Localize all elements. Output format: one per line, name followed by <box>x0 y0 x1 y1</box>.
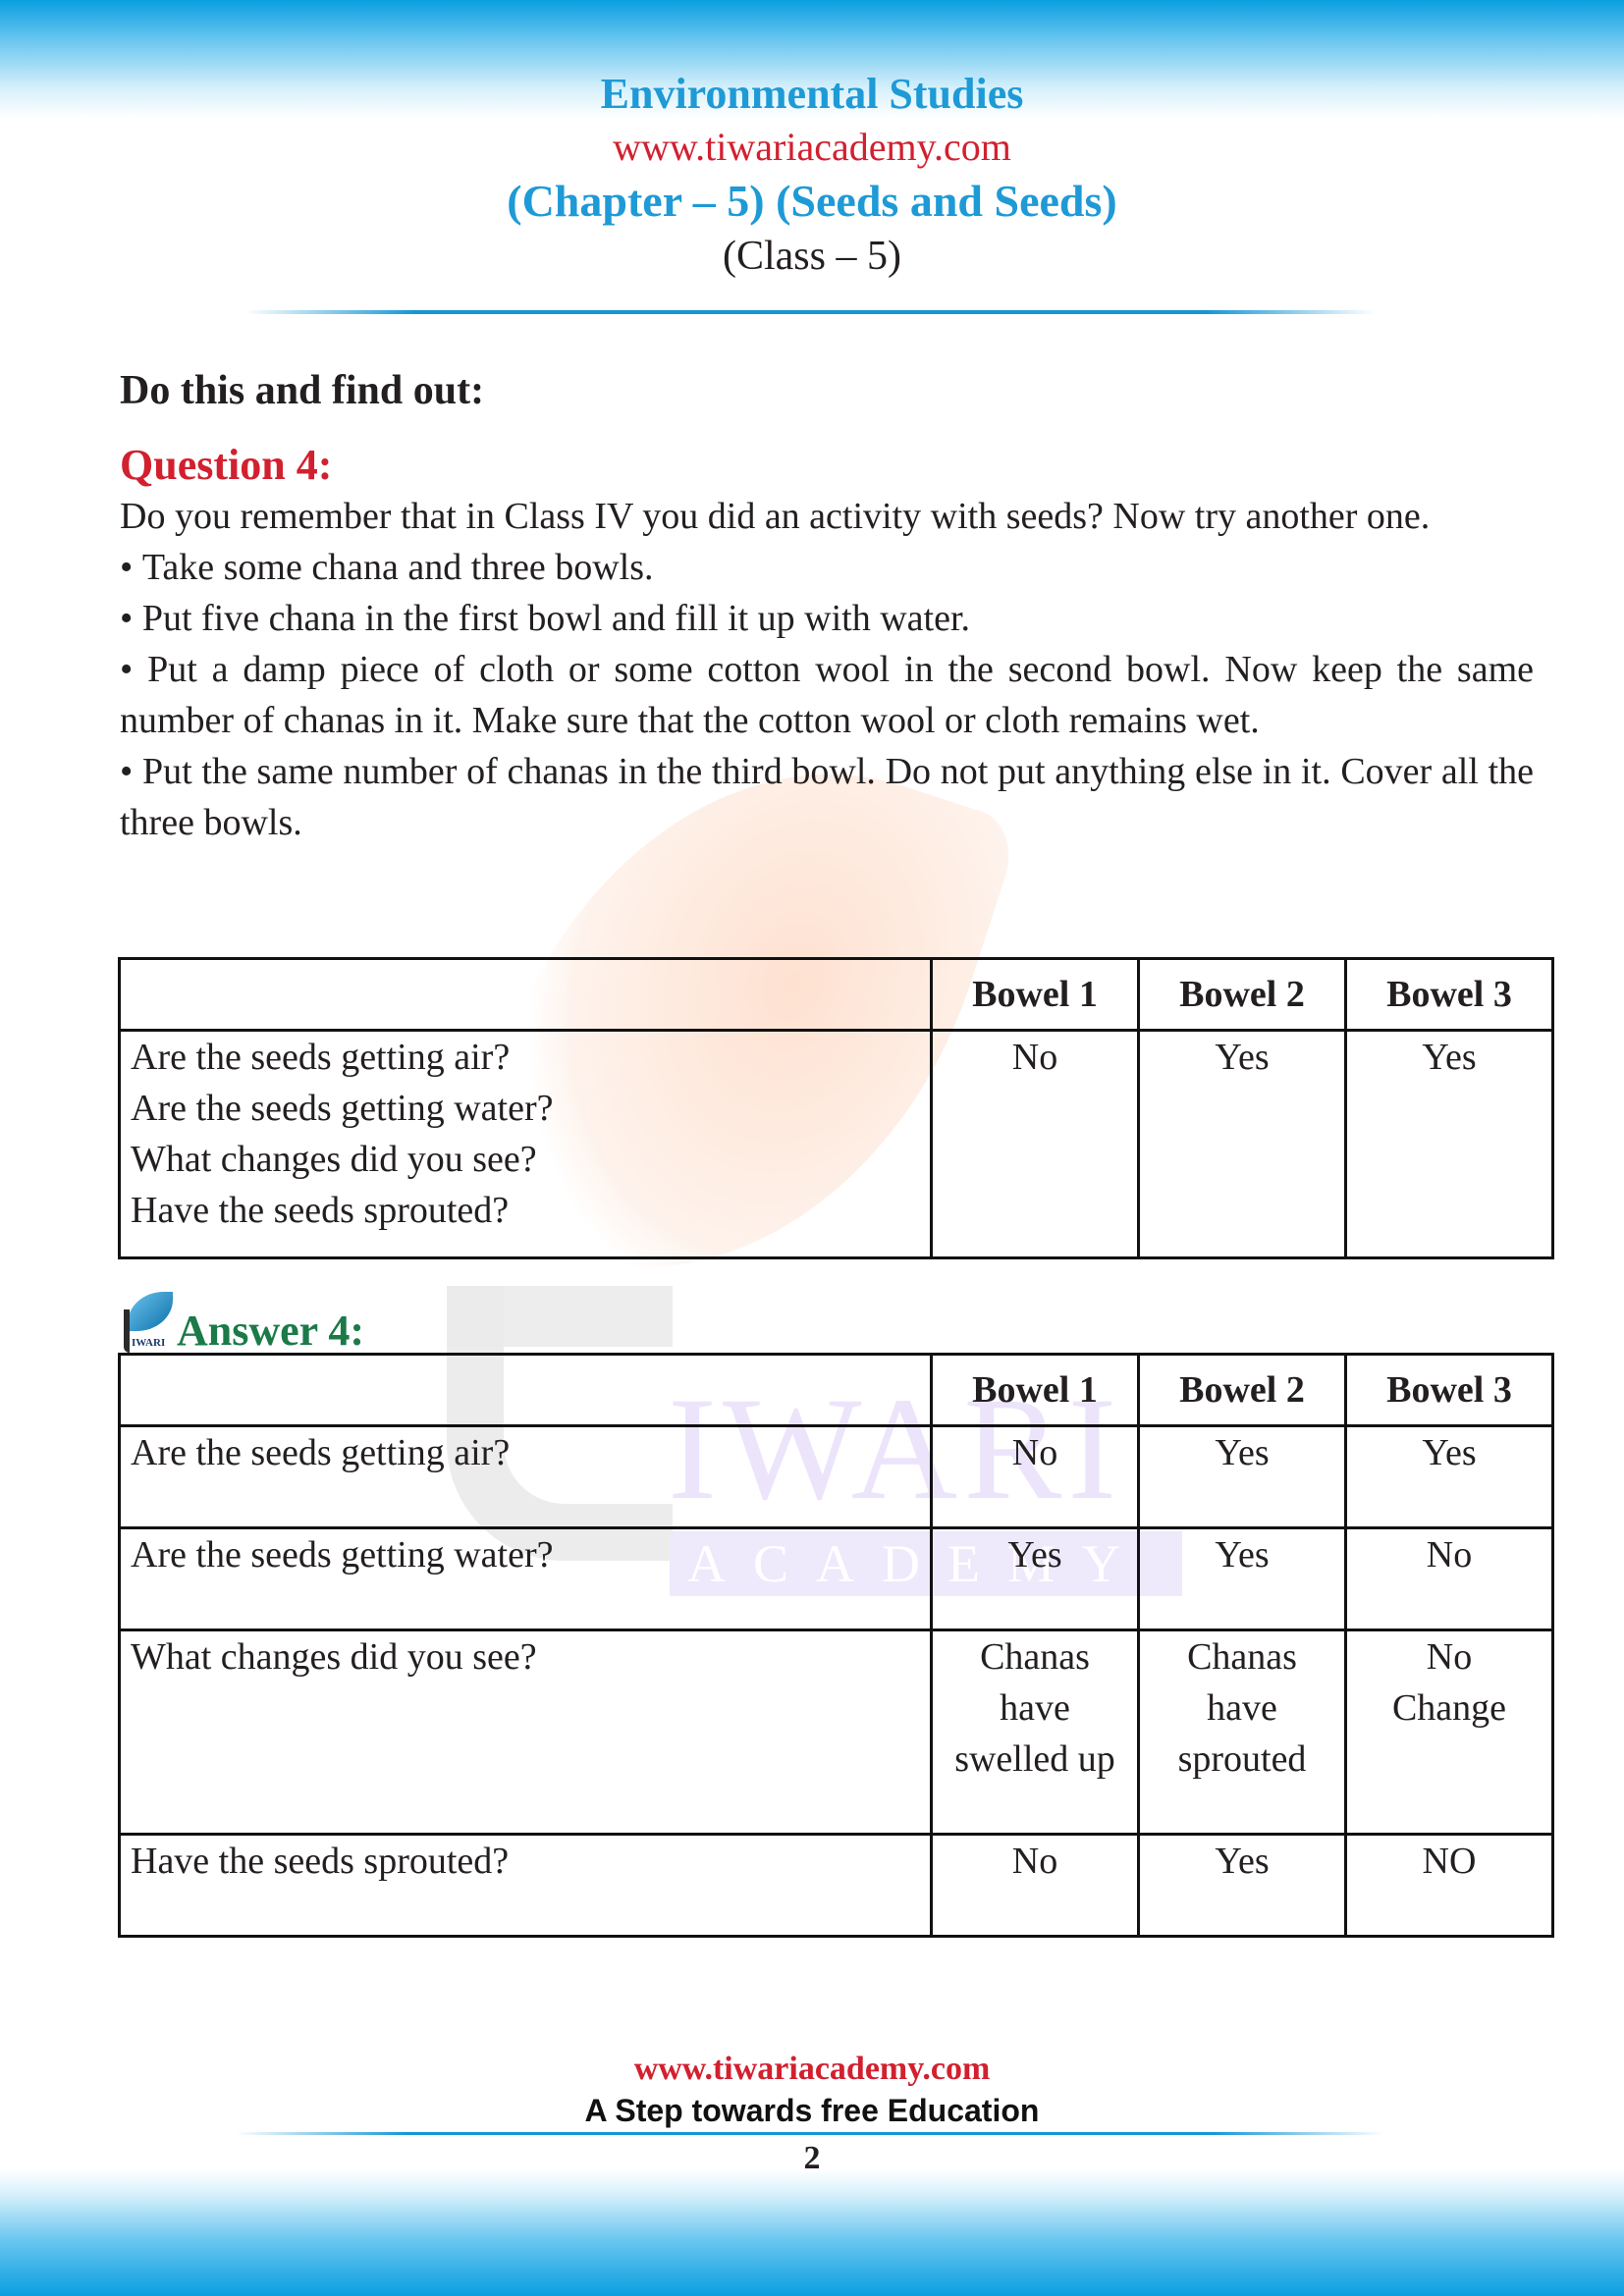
tiwari-academy-logo-icon: IWARI <box>120 1292 175 1357</box>
question-bullet: Take some chana and three bowls. <box>120 542 1534 593</box>
answer-title: Answer 4: <box>177 1307 365 1355</box>
answer-cell-bowl-2: Yes <box>1137 1526 1347 1631</box>
cell-value: have <box>1207 1687 1277 1729</box>
table-question: Have the seeds sprouted? <box>131 1841 510 1882</box>
footer-slogan: A Step towards free Education <box>584 2093 1040 2128</box>
table-question: Are the seeds getting air? <box>131 1432 511 1473</box>
table-header-row: Bowel 1 Bowel 2 Bowel 3 <box>118 1353 1554 1427</box>
cell-value: swelled up <box>954 1738 1115 1780</box>
question-table: Bowel 1 Bowel 2 Bowel 3 Are the seeds ge… <box>118 957 1554 1259</box>
cell-value: NO <box>1422 1841 1477 1882</box>
cell-value: Yes <box>1422 1432 1477 1473</box>
table-question: Have the seeds sprouted? <box>131 1190 510 1231</box>
header-cell-bowl-2: Bowel 2 <box>1137 1353 1347 1427</box>
cell-value: No <box>1011 1037 1058 1078</box>
cell-value: Chanas <box>1187 1636 1297 1678</box>
table-question: Are the seeds getting air? <box>131 1037 511 1078</box>
cell-value: Yes <box>1422 1037 1477 1078</box>
answer-cell-bowl-3: No Change <box>1344 1629 1554 1836</box>
value-cell-bowl-1: No <box>930 1029 1140 1259</box>
table-row: Are the seeds getting water? Yes Yes No <box>118 1526 1554 1631</box>
answer-cell-bowl-1: No <box>930 1424 1140 1529</box>
table-row: Are the seeds getting air? No Yes Yes <box>118 1424 1554 1529</box>
table-question: What changes did you see? <box>131 1139 537 1180</box>
header-cell-bowl-2: Bowel 2 <box>1137 957 1347 1032</box>
table-question: What changes did you see? <box>131 1636 537 1678</box>
page-header: Environmental Studies www.tiwariacademy.… <box>0 67 1624 283</box>
answer-cell-bowl-3: Yes <box>1344 1424 1554 1529</box>
footer-website-link[interactable]: www.tiwariacademy.com <box>0 2048 1624 2091</box>
subject-title: Environmental Studies <box>600 70 1024 118</box>
answer-table-body: Are the seeds getting air? No Yes Yes Are th… <box>118 1424 1554 1938</box>
header-cell-bowl-3: Bowel 3 <box>1344 957 1554 1032</box>
question-cell: Are the seeds getting air? <box>118 1424 933 1529</box>
table-row: Have the seeds sprouted? No Yes NO <box>118 1833 1554 1938</box>
cell-value: sprouted <box>1177 1738 1307 1780</box>
table-question: Are the seeds getting water? <box>131 1534 554 1575</box>
cell-value: No <box>1011 1432 1058 1473</box>
question-title: Question 4: <box>120 441 333 489</box>
header-divider <box>245 310 1375 314</box>
header-cell-empty <box>118 957 933 1032</box>
cell-value: Yes <box>1215 1841 1270 1882</box>
header-cell-bowl-3: Bowel 3 <box>1344 1353 1554 1427</box>
cell-value: No <box>1426 1534 1473 1575</box>
question-section: Do this and find out: Question 4: Do you… <box>120 363 1534 848</box>
answer-cell-bowl-2: Chanas have sprouted <box>1137 1629 1347 1836</box>
cell-value: No <box>1011 1841 1058 1882</box>
answer-cell-bowl-3: NO <box>1344 1833 1554 1938</box>
table-row: What changes did you see? Chanas have swell… <box>118 1629 1554 1836</box>
cell-value: have <box>1000 1687 1070 1729</box>
question-intro: Do you remember that in Class IV you did… <box>120 496 1431 537</box>
logo-text: IWARI <box>132 1337 166 1349</box>
bottom-gradient-band <box>0 2169 1624 2296</box>
table-header-row: Bowel 1 Bowel 2 Bowel 3 <box>118 957 1554 1032</box>
answer-table: Bowel 1 Bowel 2 Bowel 3 Are the seeds ge… <box>118 1353 1554 1938</box>
answer-heading: IWARI Answer 4: <box>120 1286 364 1357</box>
cell-value: Change <box>1391 1687 1507 1729</box>
question-bullet: Put five chana in the first bowl and fil… <box>120 593 1534 644</box>
value-cell-bowl-3: Yes <box>1344 1029 1554 1259</box>
header-website-link[interactable]: www.tiwariacademy.com <box>0 122 1624 173</box>
cell-value: No <box>1426 1636 1473 1678</box>
chapter-title: (Chapter – 5) (Seeds and Seeds) <box>507 176 1117 226</box>
cell-value: Chanas <box>980 1636 1090 1678</box>
page-footer: www.tiwariacademy.com A Step towards fre… <box>0 2048 1624 2130</box>
header-cell-empty <box>118 1353 933 1427</box>
value-cell-bowl-2: Yes <box>1137 1029 1347 1259</box>
answer-cell-bowl-2: Yes <box>1137 1833 1347 1938</box>
question-bullet: Put the same number of chanas in the thi… <box>120 746 1534 848</box>
cell-value: Yes <box>1007 1534 1062 1575</box>
question-cell: Have the seeds sprouted? <box>118 1833 933 1938</box>
answer-cell-bowl-2: Yes <box>1137 1424 1347 1529</box>
logo-stem <box>124 1309 130 1353</box>
header-cell-bowl-1: Bowel 1 <box>930 957 1140 1032</box>
leaf-icon <box>128 1292 173 1331</box>
answer-cell-bowl-1: Chanas have swelled up <box>930 1629 1140 1836</box>
header-cell-bowl-1: Bowel 1 <box>930 1353 1140 1427</box>
question-list-cell: Are the seeds getting air? Are the seeds… <box>118 1029 933 1259</box>
answer-cell-bowl-1: Yes <box>930 1526 1140 1631</box>
cell-value: Yes <box>1215 1432 1270 1473</box>
class-label: (Class – 5) <box>723 234 901 279</box>
answer-cell-bowl-3: No <box>1344 1526 1554 1631</box>
table-row: Are the seeds getting air? Are the seeds… <box>118 1029 1554 1259</box>
cell-value: Yes <box>1215 1037 1270 1078</box>
footer-divider <box>236 2132 1384 2135</box>
page-number: 2 <box>803 2140 821 2176</box>
question-cell: What changes did you see? <box>118 1629 933 1836</box>
cell-value: Yes <box>1215 1534 1270 1575</box>
section-heading: Do this and find out: <box>120 368 485 413</box>
answer-cell-bowl-1: No <box>930 1833 1140 1938</box>
question-bullet: Put a damp piece of cloth or some cotton… <box>120 644 1534 746</box>
table-question: Are the seeds getting water? <box>131 1088 554 1129</box>
question-cell: Are the seeds getting water? <box>118 1526 933 1631</box>
